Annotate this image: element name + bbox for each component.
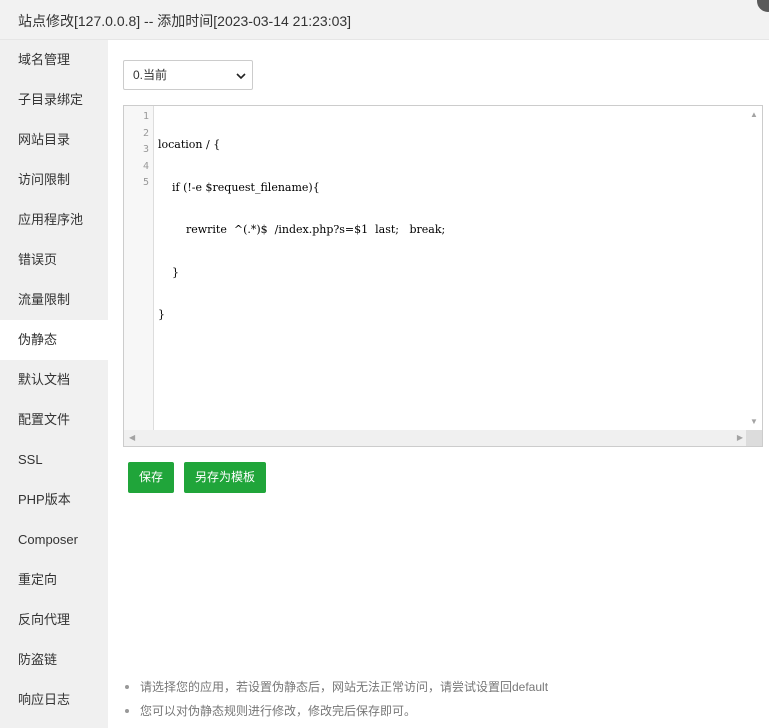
sidebar-item-domain[interactable]: 域名管理 [0,40,108,80]
code-line: rewrite ^(.*)$ /index.php?s=$1 last; bre… [158,223,446,236]
sidebar-item-traffic-limit[interactable]: 流量限制 [0,280,108,320]
line-number-gutter: 1 2 3 4 5 [124,106,154,430]
save-button[interactable]: 保存 [128,462,174,493]
scroll-down-arrow-icon[interactable]: ▼ [750,417,758,426]
save-as-template-button[interactable]: 另存为模板 [184,462,266,493]
line-number: 1 [142,111,149,122]
sidebar-item-php-version[interactable]: PHP版本 [0,480,108,520]
sidebar-item-subdir-binding[interactable]: 子目录绑定 [0,80,108,120]
line-number: 5 [142,177,149,188]
sidebar-item-site-directory[interactable]: 网站目录 [0,120,108,160]
chevron-down-icon [236,73,246,80]
scroll-left-arrow-icon[interactable]: ◀ [129,433,135,442]
sidebar-item-reverse-proxy[interactable]: 反向代理 [0,600,108,640]
sidebar-item-app-pool[interactable]: 应用程序池 [0,200,108,240]
rewrite-template-select[interactable]: 0.当前 [123,60,253,90]
line-number: 3 [142,144,149,155]
sidebar: 域名管理 子目录绑定 网站目录 访问限制 应用程序池 错误页 流量限制 伪静态 … [0,40,108,728]
sidebar-item-ssl[interactable]: SSL [0,440,108,480]
code-line: } [158,308,165,321]
sidebar-item-rewrite[interactable]: 伪静态 [0,320,108,360]
rewrite-code-editor[interactable]: 1 2 3 4 5 location / { if (!-e $request_… [123,105,763,447]
vertical-scrollbar[interactable]: ▲ ▼ [746,106,762,430]
code-line: location / { [158,138,221,151]
title-bar: 站点修改[127.0.0.8] -- 添加时间[2023-03-14 21:23… [0,0,769,40]
line-number: 2 [142,127,149,139]
sidebar-item-config-file[interactable]: 配置文件 [0,400,108,440]
code-content[interactable]: location / { if (!-e $request_filename){… [158,111,445,350]
sidebar-item-error-page[interactable]: 错误页 [0,240,108,280]
horizontal-scrollbar[interactable]: ◀ ▶ [124,430,748,446]
tip-item: 请选择您的应用，若设置伪静态后，网站无法正常访问，请尝试设置回default [123,675,548,699]
sidebar-item-response-log[interactable]: 响应日志 [0,680,108,720]
sidebar-item-redirect[interactable]: 重定向 [0,560,108,600]
close-button[interactable] [757,0,769,12]
rewrite-panel: 0.当前 1 2 3 4 5 location / { if (!-e $req… [108,40,769,728]
scroll-up-arrow-icon[interactable]: ▲ [750,110,758,119]
code-line: if (!-e $request_filename){ [158,180,320,194]
line-number: 4 [142,160,149,172]
code-line: } [158,265,179,279]
sidebar-item-default-document[interactable]: 默认文档 [0,360,108,400]
rewrite-template-selected: 0.当前 [133,68,168,82]
tip-item: 您可以对伪静态规则进行修改，修改完后保存即可。 [123,699,548,723]
tips-list: 请选择您的应用，若设置伪静态后，网站无法正常访问，请尝试设置回default 您… [123,675,548,723]
window-title: 站点修改[127.0.0.8] -- 添加时间[2023-03-14 21:23… [18,13,352,29]
scrollbar-corner [746,430,762,446]
sidebar-item-access-limit[interactable]: 访问限制 [0,160,108,200]
sidebar-item-composer[interactable]: Composer [0,520,108,560]
sidebar-item-hotlink-protection[interactable]: 防盗链 [0,640,108,680]
scroll-right-arrow-icon[interactable]: ▶ [737,433,743,442]
